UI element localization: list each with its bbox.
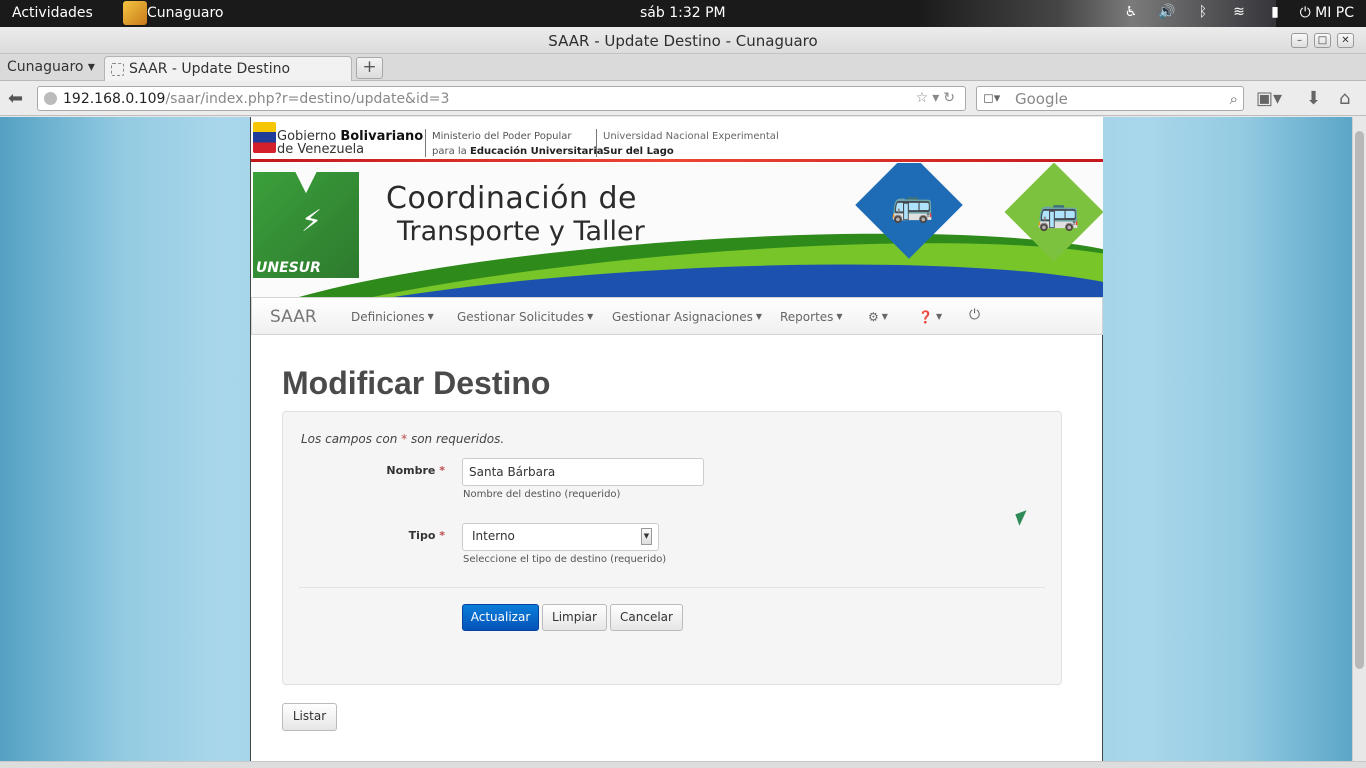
list-button[interactable]: Listar [282,703,337,731]
url-bar[interactable]: 192.168.0.109/saar/index.php?r=destino/u… [37,86,966,111]
bookmark-star-icon[interactable]: ☆ [916,90,933,106]
home-icon[interactable]: ⌂ [1339,88,1350,109]
activities-button[interactable]: Actividades [12,5,93,21]
globe-icon [44,92,57,105]
question-icon: ❓ [918,310,933,324]
bus-icon: 🚌 [891,185,934,225]
nav-item-help[interactable]: ❓ ▼ [918,310,942,324]
university-text: Universidad Nacional Experimental Sur de… [603,131,779,157]
battery-icon[interactable]: ▮ [1264,4,1286,20]
power-icon: ⏻ [1299,5,1316,21]
wifi-icon[interactable]: ≋ [1228,4,1250,20]
app-menu[interactable]: Cunaguaro [147,5,223,21]
unesur-logo: ⚡ UNESUR [253,172,359,278]
maximize-button[interactable]: □ [1314,33,1331,48]
reload-icon[interactable]: ↻ [943,90,959,106]
caret-down-icon: ▼ [587,312,594,321]
vertical-scrollbar[interactable] [1352,117,1366,761]
caret-down-icon: ▼ [935,312,943,321]
required-note: Los campos con * son requeridos. [301,432,505,446]
close-button[interactable]: ✕ [1337,33,1354,48]
tab-strip: Cunaguaro ▾ SAAR - Update Destino + [0,54,1366,82]
venezuela-flag-icon [253,122,276,153]
form-divider [299,587,1045,588]
logout-power-icon[interactable]: ⏻ [969,307,980,323]
clock[interactable]: sáb 1:32 PM [640,5,726,21]
window-titlebar: SAAR - Update Destino - Cunaguaro – □ ✕ [0,27,1366,54]
search-bar[interactable]: ◻▾ Google ⌕ [976,86,1244,111]
government-header: Gobierno Bolivariano de Venezuela Minist… [251,117,1103,163]
nombre-help: Nombre del destino (requerido) [463,489,621,500]
cancel-button[interactable]: Cancelar [610,604,683,631]
ministry-text: Ministerio del Poder Popular para la Edu… [432,131,604,157]
nav-item-settings[interactable]: ⚙ ▼ [868,310,888,324]
user-menu[interactable]: ⏻ MI PC [1300,5,1354,21]
form-well: Los campos con * son requeridos. Nombre … [282,411,1062,685]
favicon-icon [111,63,124,76]
caret-down-icon: ▼ [881,312,888,321]
tipo-select[interactable]: Interno ▼ [462,523,659,551]
banner-title-line1: Coordinación de [386,181,637,216]
nav-item-gestionar-asignaciones[interactable]: Gestionar Asignaciones ▼ [612,310,762,324]
page-title: Modificar Destino [282,365,551,401]
system-tray: ♿ 🔊 ᛒ ≋ ▮ [1120,4,1286,20]
gear-icon: ⚙ [868,310,879,324]
bookmarks-icon[interactable]: ▣▾ [1256,88,1282,109]
tab-active[interactable]: SAAR - Update Destino [104,56,352,82]
search-icon[interactable]: ⌕ [1230,90,1238,108]
caret-down-icon: ▼ [755,312,763,321]
user-name: MI PC [1315,5,1354,21]
header-stripe [251,159,1103,162]
nombre-input[interactable]: Santa Bárbara [462,458,704,486]
new-tab-button[interactable]: + [356,57,383,79]
chevron-down-icon: ▼ [641,528,652,545]
accessibility-icon[interactable]: ♿ [1120,4,1142,20]
page-container: Gobierno Bolivariano de Venezuela Minist… [250,117,1103,761]
navigation-toolbar: ⬅ 192.168.0.109/saar/index.php?r=destino… [0,81,1366,116]
window-title: SAAR - Update Destino - Cunaguaro [548,32,818,50]
tab-label: SAAR - Update Destino [129,61,291,77]
url-text: 192.168.0.109/saar/index.php?r=destino/u… [63,91,450,107]
clear-button[interactable]: Limpiar [542,604,607,631]
app-icon [123,1,147,25]
caret-down-icon: ▼ [836,312,843,321]
banner-title-line2: Transporte y Taller [397,216,645,247]
status-strip [0,761,1366,768]
page-viewport: Gobierno Bolivariano de Venezuela Minist… [0,117,1366,761]
downloads-icon[interactable]: ⬇ [1306,88,1321,109]
gov-logo-text: Gobierno Bolivariano de Venezuela [277,129,424,157]
tipo-help: Seleccione el tipo de destino (requerido… [463,554,667,565]
bluetooth-icon[interactable]: ᛒ [1192,4,1214,20]
minimize-button[interactable]: – [1291,33,1308,48]
lightning-icon: ⚡ [301,204,323,239]
main-navbar: SAAR Definiciones ▼ Gestionar Solicitudes… [251,297,1103,335]
volume-icon[interactable]: 🔊 [1156,4,1178,20]
chevron-down-icon[interactable]: ▾ [932,90,943,106]
search-engine-icon[interactable]: ◻▾ [983,91,1000,106]
nav-item-definiciones[interactable]: Definiciones ▼ [351,310,434,324]
gnome-top-bar: Actividades Cunaguaro sáb 1:32 PM ♿ 🔊 ᛒ … [0,0,1366,27]
banner: ⚡ UNESUR Coordinación de Transporte y Ta… [251,163,1103,297]
nav-item-reportes[interactable]: Reportes ▼ [780,310,843,324]
back-arrow-icon[interactable]: ⬅ [8,88,23,109]
search-placeholder: Google [1015,90,1068,108]
update-button[interactable]: Actualizar [462,604,539,631]
nombre-label: Nombre * [386,464,445,477]
scrollbar-thumb[interactable] [1355,131,1364,669]
nav-item-gestionar-solicitudes[interactable]: Gestionar Solicitudes ▼ [457,310,593,324]
caret-down-icon: ▼ [427,312,434,321]
tipo-label: Tipo * [408,529,445,542]
bus-icon: 🚌 [1037,193,1080,233]
tab-groups-button[interactable]: Cunaguaro ▾ [7,59,95,75]
brand-link[interactable]: SAAR [270,307,317,327]
